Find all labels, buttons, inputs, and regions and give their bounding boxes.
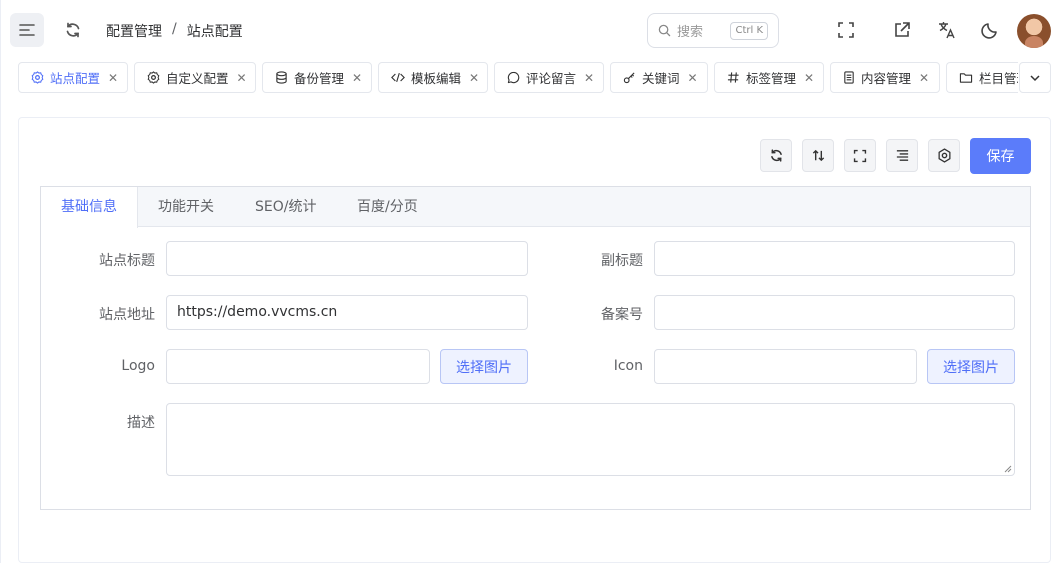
refresh-button[interactable] bbox=[56, 13, 90, 47]
open-external-button[interactable] bbox=[886, 14, 918, 46]
moon-icon bbox=[981, 23, 997, 39]
fullscreen-button[interactable] bbox=[830, 14, 862, 46]
description-textarea[interactable] bbox=[166, 403, 1015, 476]
tabs-bar: 站点配置 ✕ 自定义配置 ✕ 备份管理 ✕ 模板编辑 ✕ 评论留言 ✕ 关键词 … bbox=[1, 62, 1052, 98]
fullscreen-icon bbox=[853, 149, 867, 162]
reload-data-button[interactable] bbox=[760, 139, 792, 172]
tab-backup[interactable]: 备份管理 ✕ bbox=[262, 62, 372, 93]
icon-select-image-button[interactable]: 选择图片 bbox=[927, 349, 1015, 384]
logo-input[interactable] bbox=[166, 349, 430, 384]
tab-label: 模板编辑 bbox=[411, 71, 462, 86]
search-shortcut: Ctrl K bbox=[730, 22, 768, 40]
key-icon bbox=[623, 71, 636, 85]
close-icon[interactable]: ✕ bbox=[804, 71, 814, 85]
icon-input[interactable] bbox=[654, 349, 917, 384]
menu-icon bbox=[19, 24, 35, 36]
tab-label: 内容管理 bbox=[861, 71, 912, 86]
align-button[interactable] bbox=[886, 139, 918, 172]
close-icon[interactable]: ✕ bbox=[919, 71, 929, 85]
logo-label: Logo bbox=[121, 358, 155, 374]
document-icon bbox=[843, 71, 855, 85]
expand-button[interactable] bbox=[844, 139, 876, 172]
hash-icon bbox=[727, 71, 740, 85]
logo-select-image-button[interactable]: 选择图片 bbox=[440, 349, 528, 384]
close-icon[interactable]: ✕ bbox=[108, 71, 118, 85]
subtitle-label: 副标题 bbox=[601, 253, 643, 269]
tab-keywords[interactable]: 关键词 ✕ bbox=[610, 62, 708, 93]
site-url-label: 站点地址 bbox=[99, 307, 155, 323]
folder-icon bbox=[959, 71, 973, 85]
content-card: 保存 基础信息 功能开关 SEO/统计 百度/分页 站点标题 副标题 站点地址 … bbox=[18, 117, 1051, 563]
icp-label: 备案号 bbox=[601, 307, 643, 323]
refresh-icon bbox=[770, 149, 782, 162]
gear-icon bbox=[938, 148, 950, 163]
save-button[interactable]: 保存 bbox=[970, 138, 1031, 174]
form-tabs: 基础信息 功能开关 SEO/统计 百度/分页 bbox=[41, 187, 1030, 228]
comment-icon bbox=[507, 71, 520, 85]
top-header: 配置管理 / 站点配置 搜索 Ctrl K bbox=[1, 0, 1052, 62]
close-icon[interactable]: ✕ bbox=[688, 71, 698, 85]
tab-feature-switches[interactable]: 功能开关 bbox=[138, 187, 234, 227]
search-placeholder: 搜索 bbox=[677, 25, 704, 40]
search-input[interactable]: 搜索 Ctrl K bbox=[647, 13, 779, 48]
tab-seo-stats[interactable]: SEO/统计 bbox=[235, 187, 336, 227]
refresh-icon bbox=[66, 22, 80, 38]
tab-content[interactable]: 内容管理 ✕ bbox=[830, 62, 940, 93]
config-form: 基础信息 功能开关 SEO/统计 百度/分页 站点标题 副标题 站点地址 htt… bbox=[40, 186, 1031, 510]
fullscreen-icon bbox=[838, 22, 854, 38]
tab-label: 评论留言 bbox=[526, 71, 577, 86]
tab-custom-config[interactable]: 自定义配置 ✕ bbox=[134, 62, 256, 93]
align-right-icon bbox=[896, 150, 908, 161]
breadcrumb-parent[interactable]: 配置管理 bbox=[106, 21, 162, 41]
sort-icon bbox=[812, 149, 824, 162]
translate-icon bbox=[939, 22, 955, 39]
close-icon[interactable]: ✕ bbox=[584, 71, 594, 85]
close-icon[interactable]: ✕ bbox=[237, 71, 247, 85]
database-icon bbox=[275, 71, 288, 85]
tab-label: 自定义配置 bbox=[166, 71, 229, 86]
tab-site-config[interactable]: 站点配置 ✕ bbox=[18, 62, 128, 93]
tab-label: 标签管理 bbox=[746, 71, 797, 86]
app-window: 配置管理 / 站点配置 搜索 Ctrl K 站点配置 ✕ 自定义配置 ✕ 备份管… bbox=[0, 0, 1052, 563]
menu-toggle-button[interactable] bbox=[10, 13, 44, 47]
tab-label: 关键词 bbox=[642, 71, 680, 86]
language-button[interactable] bbox=[931, 14, 963, 46]
settings-button[interactable] bbox=[928, 139, 960, 172]
tab-tags[interactable]: 标签管理 ✕ bbox=[714, 62, 824, 93]
close-icon[interactable]: ✕ bbox=[352, 71, 362, 85]
site-title-label: 站点标题 bbox=[99, 253, 155, 269]
gear-icon bbox=[147, 71, 160, 85]
tab-basic-info[interactable]: 基础信息 bbox=[41, 187, 138, 228]
tabs-more-button[interactable] bbox=[1019, 62, 1051, 93]
tab-template-edit[interactable]: 模板编辑 ✕ bbox=[378, 62, 488, 93]
gear-icon bbox=[31, 71, 44, 85]
chevron-down-icon bbox=[1030, 74, 1040, 81]
code-icon bbox=[391, 71, 405, 85]
icon-label: Icon bbox=[613, 358, 643, 374]
description-label: 描述 bbox=[127, 415, 155, 431]
close-icon[interactable]: ✕ bbox=[469, 71, 479, 85]
tab-categories[interactable]: 栏目管理 bbox=[946, 62, 1018, 93]
tab-label: 备份管理 bbox=[294, 71, 345, 86]
search-icon bbox=[658, 24, 671, 37]
tab-comments[interactable]: 评论留言 ✕ bbox=[494, 62, 604, 93]
tab-label: 栏目管理 bbox=[979, 71, 1018, 86]
tab-baidu-paging[interactable]: 百度/分页 bbox=[337, 187, 438, 227]
sort-button[interactable] bbox=[802, 139, 834, 172]
breadcrumb-separator: / bbox=[172, 21, 177, 37]
site-title-input[interactable] bbox=[166, 241, 528, 276]
subtitle-input[interactable] bbox=[654, 241, 1015, 276]
tab-label: 站点配置 bbox=[50, 71, 101, 86]
site-url-input[interactable]: https://demo.vvcms.cn bbox=[166, 295, 528, 330]
user-avatar[interactable] bbox=[1017, 14, 1051, 48]
breadcrumb: 配置管理 / 站点配置 bbox=[106, 21, 243, 41]
external-link-icon bbox=[895, 22, 910, 37]
resize-handle-icon[interactable] bbox=[1004, 465, 1012, 473]
breadcrumb-current: 站点配置 bbox=[186, 24, 243, 40]
icp-input[interactable] bbox=[654, 295, 1015, 330]
theme-toggle-button[interactable] bbox=[974, 14, 1006, 46]
